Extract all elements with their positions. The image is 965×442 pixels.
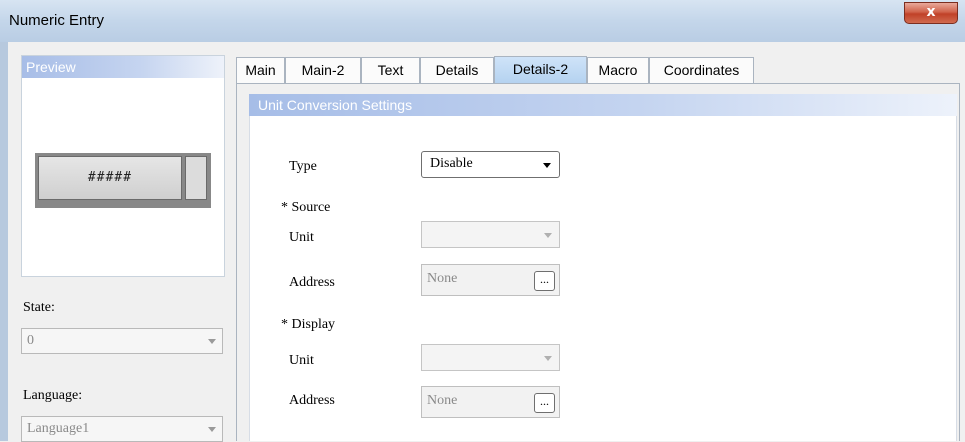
display-address-value: None <box>427 393 458 408</box>
tab-text[interactable]: Text <box>361 57 420 83</box>
tab-details-2[interactable]: Details-2 <box>494 56 587 83</box>
display-label: * Display <box>281 317 336 332</box>
source-address-field[interactable]: None ... <box>421 264 560 296</box>
language-label: Language: <box>23 388 83 403</box>
tab-details[interactable]: Details <box>420 57 494 83</box>
close-button[interactable]: x <box>904 2 958 24</box>
title-bar: Numeric Entry x <box>0 0 965 43</box>
display-unit-label: Unit <box>289 353 314 368</box>
chevron-down-icon <box>544 356 552 361</box>
window-border <box>0 42 8 441</box>
preview-display: ##### <box>38 156 182 200</box>
display-address-label: Address <box>289 393 335 408</box>
unit-conversion-title: Unit Conversion Settings <box>258 97 413 113</box>
chevron-down-icon <box>543 163 551 168</box>
chevron-down-icon <box>208 427 216 432</box>
preview-numeric-entry: ##### <box>35 153 211 208</box>
source-label: * Source <box>281 200 331 215</box>
unit-conversion-header: Unit Conversion Settings <box>249 94 957 116</box>
display-unit-select[interactable] <box>421 344 560 371</box>
state-select[interactable]: 0 <box>21 328 223 354</box>
window-title: Numeric Entry <box>9 12 105 29</box>
preview-panel: Preview ##### <box>21 55 225 277</box>
display-address-browse-button[interactable]: ... <box>534 393 555 413</box>
display-address-field[interactable]: None ... <box>421 386 560 418</box>
preview-header: Preview <box>22 56 224 78</box>
tab-macro[interactable]: Macro <box>587 57 649 83</box>
tab-main-2[interactable]: Main-2 <box>285 57 361 83</box>
preview-title: Preview <box>26 59 76 75</box>
type-value: Disable <box>430 156 473 171</box>
source-address-label: Address <box>289 275 335 290</box>
source-unit-select[interactable] <box>421 221 560 248</box>
source-address-browse-button[interactable]: ... <box>534 271 555 291</box>
chevron-down-icon <box>544 233 552 238</box>
tab-coordinates[interactable]: Coordinates <box>649 57 754 83</box>
state-value: 0 <box>27 333 34 348</box>
language-select[interactable]: Language1 <box>21 416 223 442</box>
language-value: Language1 <box>27 421 90 436</box>
preview-display-text: ##### <box>87 170 133 185</box>
close-icon: x <box>926 4 936 20</box>
source-address-value: None <box>427 271 458 286</box>
source-unit-label: Unit <box>289 230 314 245</box>
type-label: Type <box>289 159 317 174</box>
type-select[interactable]: Disable <box>421 151 560 178</box>
chevron-down-icon <box>208 339 216 344</box>
preview-knob <box>185 156 207 200</box>
unit-conversion-group <box>249 116 957 441</box>
state-label: State: <box>23 300 55 315</box>
tab-main[interactable]: Main <box>236 57 285 83</box>
